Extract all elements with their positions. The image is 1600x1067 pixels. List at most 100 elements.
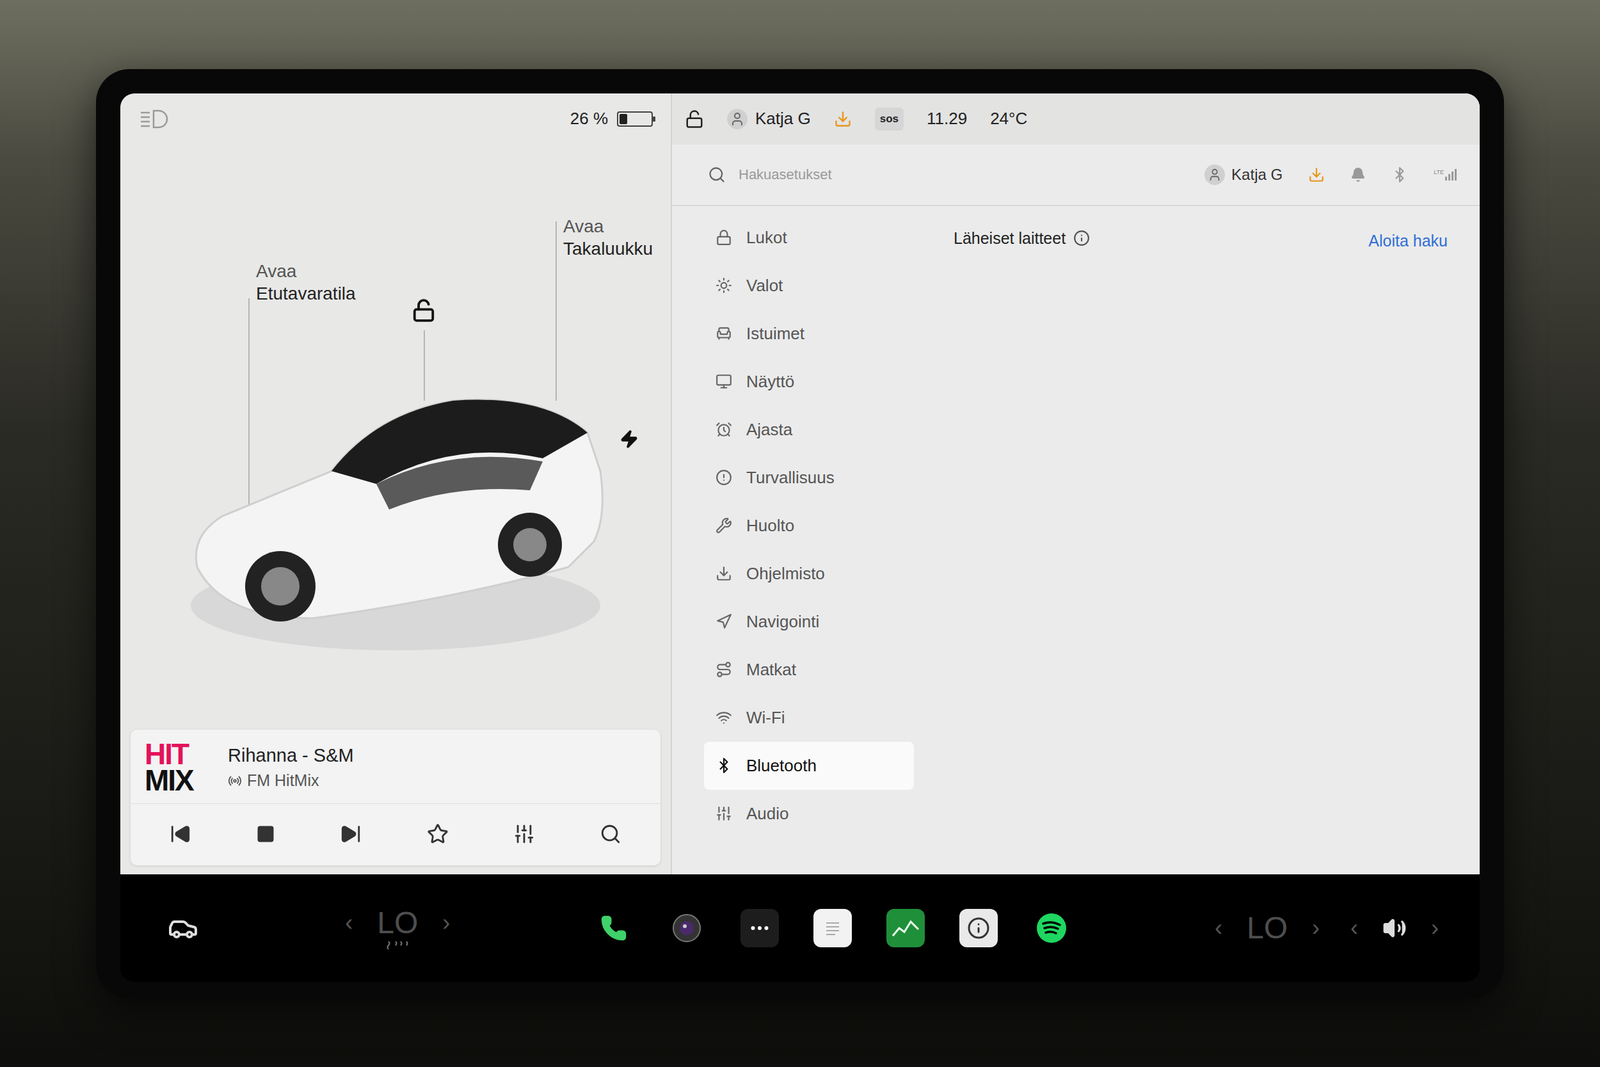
volume-control: ‹› <box>1347 914 1442 942</box>
now-playing[interactable]: HITMIX Rihanna - S&M FM HitMix <box>130 729 661 804</box>
media-player: HITMIX Rihanna - S&M FM HitMix <box>130 729 661 866</box>
search-placeholder[interactable]: Hakuasetukset <box>738 166 1192 184</box>
menu-item-icon <box>715 517 733 534</box>
stop-icon <box>256 824 276 844</box>
spotify-app[interactable] <box>1032 908 1071 948</box>
camera-icon <box>671 912 703 944</box>
display-bezel: 26 % AvaaEtutavaratila AvaaTakaluukku HITMI… <box>96 69 1504 999</box>
bottom-bar: ‹LO›‹LO›‹› <box>120 874 1480 982</box>
info-icon[interactable] <box>1073 229 1090 247</box>
settings-menu-item[interactable]: Matkat <box>704 645 914 694</box>
car-panel-top: 26 % <box>120 93 671 145</box>
frunk-button[interactable]: AvaaEtutavaratila <box>256 259 356 305</box>
dots-icon <box>748 916 772 940</box>
bell-icon[interactable] <box>1350 167 1366 183</box>
download-icon[interactable] <box>833 110 852 128</box>
settings-menu-item[interactable]: Valot <box>704 261 914 310</box>
settings-menu-item[interactable]: Ajasta <box>704 405 914 454</box>
car-icon <box>167 912 199 944</box>
settings-menu-item[interactable]: Huolto <box>704 501 914 550</box>
settings-menu-item[interactable]: Ohjelmisto <box>704 549 914 598</box>
settings-menu-item[interactable]: Turvallisuus <box>704 453 914 502</box>
settings-menu-item[interactable]: Istuimet <box>704 309 914 358</box>
settings-menu-item[interactable]: Wi-Fi <box>704 693 914 742</box>
energy-app[interactable] <box>886 908 925 948</box>
settings-menu-item[interactable]: Bluetooth <box>704 741 914 790</box>
menu-item-icon <box>715 229 733 246</box>
next-button[interactable] <box>336 819 366 849</box>
menu-item-icon <box>715 325 733 342</box>
media-controls <box>130 803 661 866</box>
temperature-value: LO <box>1246 910 1288 946</box>
signal-icon: LTE <box>1433 168 1457 181</box>
sos-button[interactable]: sos <box>874 107 904 131</box>
lock-status-icon[interactable] <box>684 109 704 129</box>
trunk-button[interactable]: AvaaTakaluukku <box>563 215 653 260</box>
start-search-link[interactable]: Aloita haku <box>1368 229 1448 253</box>
settings-panel: Katja G sos 11.29 24°C Hakuasetukset Katja G L… <box>670 93 1480 875</box>
spotify-icon <box>1035 912 1068 944</box>
temp-up-button[interactable]: › <box>1309 914 1323 942</box>
car-view: AvaaEtutavaratila AvaaTakaluukku <box>120 144 671 730</box>
media-search-button[interactable] <box>595 819 626 849</box>
volume-icon[interactable] <box>1382 915 1407 941</box>
status-bar: Katja G sos 11.29 24°C <box>672 93 1480 145</box>
previous-button[interactable] <box>165 819 196 849</box>
settings-search[interactable]: Hakuasetukset Katja G LTE <box>672 144 1480 207</box>
radio-icon <box>227 773 242 788</box>
menu-item-icon <box>715 277 733 294</box>
menu-item-icon <box>715 805 733 822</box>
car-panel: 26 % AvaaEtutavaratila AvaaTakaluukku HITMI… <box>120 93 671 875</box>
temp-down-button[interactable]: ‹ <box>1212 914 1225 942</box>
driver-climate: ‹ LO › <box>342 904 453 951</box>
equalizer-button[interactable] <box>509 819 539 849</box>
track-source: FM HitMix <box>227 771 354 790</box>
profile[interactable]: Katja G <box>727 108 811 130</box>
screen: 26 % AvaaEtutavaratila AvaaTakaluukku HITMI… <box>120 93 1480 982</box>
notes-app[interactable] <box>813 908 852 948</box>
search-icon <box>599 823 622 845</box>
favorite-button[interactable] <box>423 819 453 849</box>
seat-heater-icon[interactable] <box>386 940 409 951</box>
next-icon <box>339 823 362 845</box>
track-title: Rihanna - S&M <box>227 744 354 767</box>
notes-icon <box>821 916 845 940</box>
temp-down-button[interactable]: ‹ <box>342 909 356 937</box>
settings-menu-item[interactable]: Audio <box>704 789 914 838</box>
headlight-icon[interactable] <box>138 107 172 131</box>
door-lock-icon[interactable] <box>411 298 436 323</box>
battery-icon <box>616 111 653 127</box>
manual-app[interactable] <box>959 908 998 948</box>
battery-status: 26 % <box>570 108 653 129</box>
passenger-climate: ‹ LO › <box>1212 910 1323 946</box>
settings-menu-item[interactable]: Näyttö <box>704 357 914 406</box>
page: 26 % AvaaEtutavaratila AvaaTakaluukku HITMI… <box>0 0 1600 1067</box>
equalizer-icon <box>513 823 536 845</box>
profile[interactable]: Katja G <box>1204 164 1283 185</box>
station-logo: HITMIX <box>144 741 212 795</box>
camera-app[interactable] <box>667 908 706 948</box>
charge-port-icon[interactable] <box>619 429 639 449</box>
play-stop-button[interactable] <box>252 820 280 848</box>
download-icon[interactable] <box>1308 166 1325 184</box>
outside-temperature: 24°C <box>990 108 1028 129</box>
menu-item-icon <box>715 709 733 726</box>
bluetooth-icon[interactable] <box>1391 166 1408 184</box>
clock: 11.29 <box>926 108 968 129</box>
more-apps[interactable] <box>740 908 779 948</box>
menu-item-icon <box>715 373 733 390</box>
previous-icon <box>169 823 192 845</box>
volume-up-button[interactable]: › <box>1428 914 1442 942</box>
car-button[interactable] <box>165 910 201 946</box>
app-launcher <box>594 908 1071 948</box>
phone-app[interactable] <box>594 908 633 948</box>
star-icon <box>426 823 449 845</box>
volume-down-button[interactable]: ‹ <box>1347 914 1361 942</box>
temperature-value: LO <box>376 904 418 941</box>
settings-menu-item[interactable]: Navigointi <box>704 597 914 646</box>
temp-up-button[interactable]: › <box>439 909 453 937</box>
manual-icon <box>967 916 991 940</box>
search-icon <box>707 165 726 184</box>
settings-menu-item[interactable]: Lukot <box>704 213 914 262</box>
battery-percent: 26 % <box>570 108 608 129</box>
